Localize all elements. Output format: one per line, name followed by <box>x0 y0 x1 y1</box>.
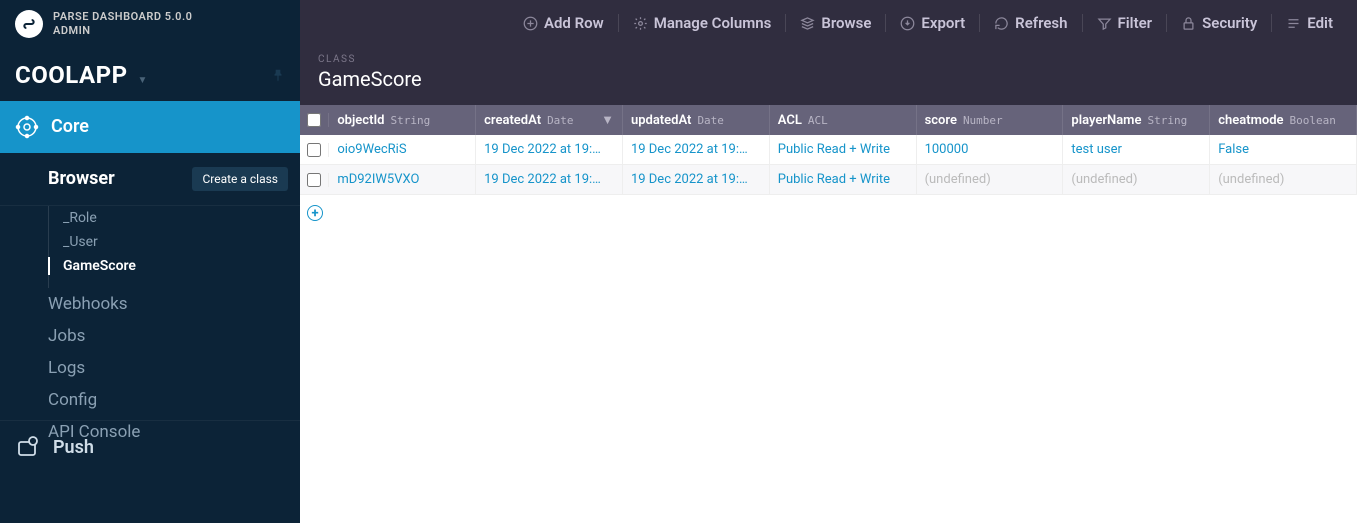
tool-label: Browse <box>821 14 871 32</box>
pin-icon[interactable] <box>271 66 285 84</box>
add-row-button[interactable]: Add Row <box>509 14 619 32</box>
grid-header: objectIdString createdAtDate▼ updatedAtD… <box>300 105 1357 135</box>
col-acl[interactable]: ACLACL <box>770 105 917 135</box>
tool-label: Edit <box>1307 14 1333 32</box>
parse-logo-icon <box>15 10 43 38</box>
app-selector[interactable]: COOLAPP ▼ <box>0 49 300 101</box>
cell-createdat[interactable]: 19 Dec 2022 at 19:… <box>476 165 623 194</box>
cell-score[interactable]: 100000 <box>917 135 1064 164</box>
app-name: COOLAPP <box>15 61 128 89</box>
cell-acl[interactable]: Public Read + Write <box>770 165 917 194</box>
product-user: ADMIN <box>53 24 192 38</box>
core-label: Core <box>51 116 89 137</box>
cell-score[interactable]: (undefined) <box>917 165 1064 194</box>
toolbar: Add Row Manage Columns Browse Export Ref… <box>300 0 1357 46</box>
class-kicker: CLASS <box>318 54 1339 65</box>
tool-label: Refresh <box>1015 14 1067 32</box>
cell-playername[interactable]: test user <box>1063 135 1210 164</box>
cell-cheatmode[interactable]: (undefined) <box>1210 165 1357 194</box>
sidebar: PARSE DASHBOARD 5.0.0 ADMIN COOLAPP ▼ Co… <box>0 0 300 523</box>
push-section[interactable]: Push <box>0 420 300 473</box>
cell-createdat[interactable]: 19 Dec 2022 at 19:… <box>476 135 623 164</box>
nav-jobs[interactable]: Jobs <box>0 320 300 352</box>
core-icon <box>15 115 39 139</box>
tool-label: Manage Columns <box>654 14 772 32</box>
product-header: PARSE DASHBOARD 5.0.0 ADMIN <box>0 0 300 49</box>
create-class-button[interactable]: Create a class <box>192 167 288 191</box>
row-checkbox[interactable] <box>307 143 321 157</box>
tool-label: Add Row <box>544 14 604 32</box>
row-check-cell[interactable] <box>300 143 329 157</box>
manage-columns-button[interactable]: Manage Columns <box>619 14 787 32</box>
main-area: Add Row Manage Columns Browse Export Ref… <box>300 0 1357 523</box>
refresh-button[interactable]: Refresh <box>980 14 1082 32</box>
col-createdat[interactable]: createdAtDate▼ <box>476 105 623 135</box>
class-list: _Role _User GameScore <box>48 206 300 288</box>
col-objectid[interactable]: objectIdString <box>329 105 476 135</box>
nav-config[interactable]: Config <box>0 384 300 416</box>
class-title: GameScore <box>318 67 1339 91</box>
col-cheatmode[interactable]: cheatmodeBoolean <box>1210 105 1357 135</box>
col-updatedat[interactable]: updatedAtDate <box>623 105 770 135</box>
col-playername[interactable]: playerNameString <box>1063 105 1210 135</box>
sort-desc-icon[interactable]: ▼ <box>601 112 614 128</box>
select-all-checkbox[interactable] <box>307 113 321 127</box>
refresh-icon <box>994 16 1009 31</box>
browse-button[interactable]: Browse <box>786 14 886 32</box>
class-item-role[interactable]: _Role <box>63 206 300 230</box>
browser-row: Browser Create a class <box>0 153 300 206</box>
chevron-down-icon: ▼ <box>138 75 148 86</box>
product-name: PARSE DASHBOARD 5.0.0 <box>53 10 192 24</box>
cell-objectid[interactable]: mD92IW5VXO <box>329 165 476 194</box>
push-label: Push <box>53 437 94 458</box>
cell-cheatmode[interactable]: False <box>1210 135 1357 164</box>
title-area: CLASS GameScore <box>300 46 1357 105</box>
class-item-user[interactable]: _User <box>63 230 300 254</box>
product-info: PARSE DASHBOARD 5.0.0 ADMIN <box>53 10 192 39</box>
tool-label: Filter <box>1118 14 1153 32</box>
filter-button[interactable]: Filter <box>1083 14 1168 32</box>
cell-acl[interactable]: Public Read + Write <box>770 135 917 164</box>
tool-label: Export <box>921 14 965 32</box>
export-button[interactable]: Export <box>886 14 980 32</box>
cell-updatedat[interactable]: 19 Dec 2022 at 19:… <box>623 165 770 194</box>
table-row[interactable]: oio9WecRiS 19 Dec 2022 at 19:… 19 Dec 20… <box>300 135 1357 165</box>
tool-label: Security <box>1202 14 1257 32</box>
col-score[interactable]: scoreNumber <box>917 105 1064 135</box>
class-item-gamescore[interactable]: GameScore <box>63 254 300 278</box>
push-icon <box>15 435 39 459</box>
cell-playername[interactable]: (undefined) <box>1063 165 1210 194</box>
row-checkbox[interactable] <box>307 173 321 187</box>
cell-objectid[interactable]: oio9WecRiS <box>329 135 476 164</box>
nav-logs[interactable]: Logs <box>0 352 300 384</box>
gear-icon <box>633 16 648 31</box>
cell-updatedat[interactable]: 19 Dec 2022 at 19:… <box>623 135 770 164</box>
table-row[interactable]: mD92IW5VXO 19 Dec 2022 at 19:… 19 Dec 20… <box>300 165 1357 195</box>
browser-label: Browser <box>48 168 115 189</box>
add-row-inline-button[interactable]: + <box>307 205 323 221</box>
edit-button[interactable]: Edit <box>1272 14 1347 32</box>
lock-icon <box>1181 16 1196 31</box>
edit-icon <box>1286 16 1301 31</box>
row-check-cell[interactable] <box>300 173 329 187</box>
filter-icon <box>1097 16 1112 31</box>
nav-webhooks[interactable]: Webhooks <box>0 288 300 320</box>
select-all-cell[interactable] <box>300 113 329 127</box>
layers-icon <box>800 16 815 31</box>
core-section[interactable]: Core <box>0 101 300 153</box>
browser-section: Browser Create a class _Role _User GameS… <box>0 153 300 448</box>
download-icon <box>900 16 915 31</box>
security-button[interactable]: Security <box>1167 14 1272 32</box>
plus-circle-icon <box>523 16 538 31</box>
